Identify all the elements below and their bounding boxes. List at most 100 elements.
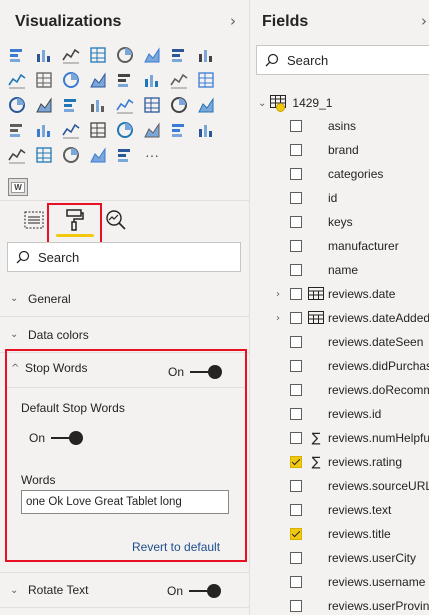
field-row[interactable]: categories (250, 162, 429, 186)
field-checkbox[interactable] (290, 528, 302, 540)
field-row[interactable]: manufacturer (250, 234, 429, 258)
analytics-tab-icon[interactable] (104, 208, 128, 232)
field-row[interactable]: reviews.didPurchase (250, 354, 429, 378)
field-row[interactable]: reviews.doRecommend (250, 378, 429, 402)
stacked-column-chart-icon[interactable] (34, 45, 54, 65)
field-checkbox[interactable] (290, 216, 302, 228)
field-checkbox[interactable] (290, 408, 302, 420)
filled-map-icon[interactable] (88, 95, 108, 115)
treemap-icon[interactable] (34, 95, 54, 115)
kpi-icon[interactable] (196, 95, 216, 115)
python-visual-icon[interactable] (115, 120, 135, 140)
field-checkbox[interactable] (290, 552, 302, 564)
donut-chart-icon[interactable] (7, 95, 27, 115)
field-checkbox[interactable] (290, 264, 302, 276)
stacked-bar-chart-icon[interactable] (7, 45, 27, 65)
100-bar-chart-icon[interactable] (115, 45, 135, 65)
field-checkbox[interactable] (290, 360, 302, 372)
chevron-right-icon[interactable]: › (276, 313, 280, 324)
stop-words-toggle[interactable]: On (168, 365, 223, 379)
field-row[interactable]: reviews.sourceURLs (250, 474, 429, 498)
field-checkbox[interactable] (290, 168, 302, 180)
fields-search-input[interactable]: Search (256, 45, 429, 75)
fields-tab-icon[interactable] (22, 208, 46, 232)
field-checkbox[interactable] (290, 312, 302, 324)
stacked-area-chart-icon[interactable] (7, 70, 27, 90)
format-paint-roller-icon[interactable] (62, 208, 86, 232)
rotate-text-toggle[interactable]: On (167, 584, 222, 598)
words-field[interactable]: one Ok Love Great Tablet long (21, 490, 229, 514)
field-checkbox[interactable] (290, 336, 302, 348)
collapse-visualizations-icon[interactable]: › (230, 12, 236, 30)
pie-chart-icon[interactable] (196, 70, 216, 90)
field-checkbox[interactable] (290, 384, 302, 396)
section-stop-words-header[interactable]: ^ Stop Words (11, 361, 87, 375)
paginated-report-icon[interactable] (34, 145, 54, 165)
field-row[interactable]: reviews.title (250, 522, 429, 546)
format-search-input[interactable]: Search (7, 242, 241, 272)
field-row[interactable]: reviews.text (250, 498, 429, 522)
section-general[interactable]: ⌄ General (0, 281, 250, 317)
field-row[interactable]: › reviews.date (250, 282, 429, 306)
chevron-down-icon: ⌄ (10, 584, 19, 596)
map-icon[interactable] (61, 95, 81, 115)
field-row[interactable]: id (250, 186, 429, 210)
field-checkbox[interactable] (290, 504, 302, 516)
field-row[interactable]: reviews.userCity (250, 546, 429, 570)
field-row[interactable]: › reviews.dateAdded (250, 306, 429, 330)
field-checkbox[interactable] (290, 576, 302, 588)
chevron-right-icon[interactable]: › (276, 289, 280, 300)
gauge-icon[interactable] (115, 95, 135, 115)
table-icon[interactable] (34, 120, 54, 140)
area-chart-icon[interactable] (196, 45, 216, 65)
r-visual-icon[interactable] (88, 120, 108, 140)
revert-to-default-link[interactable]: Revert to default (132, 540, 220, 554)
slicer-icon[interactable] (7, 120, 27, 140)
field-checkbox[interactable] (290, 600, 302, 612)
line-chart-icon[interactable] (169, 45, 189, 65)
field-row[interactable]: name (250, 258, 429, 282)
smart-narrative-icon[interactable] (7, 145, 27, 165)
field-row[interactable]: reviews.username (250, 570, 429, 594)
field-checkbox[interactable] (290, 144, 302, 156)
field-checkbox[interactable] (290, 288, 302, 300)
field-checkbox[interactable] (290, 192, 302, 204)
qa-icon[interactable] (196, 120, 216, 140)
custom-visual-w-icon[interactable]: W (8, 178, 28, 196)
field-checkbox[interactable] (290, 480, 302, 492)
multi-row-card-icon[interactable] (169, 95, 189, 115)
power-automate-icon[interactable] (115, 145, 135, 165)
field-row[interactable]: asins (250, 114, 429, 138)
line-column-chart-icon[interactable] (34, 70, 54, 90)
funnel-chart-icon[interactable] (142, 70, 162, 90)
power-apps-icon[interactable] (88, 145, 108, 165)
field-row[interactable]: ∑ reviews.numHelpful (250, 426, 429, 450)
field-row[interactable]: reviews.id (250, 402, 429, 426)
field-row[interactable]: reviews.dateSeen (250, 330, 429, 354)
field-row[interactable]: keys (250, 210, 429, 234)
100-column-chart-icon[interactable] (142, 45, 162, 65)
clustered-column-chart-icon[interactable] (88, 45, 108, 65)
field-checkbox[interactable] (290, 456, 302, 468)
field-row[interactable]: brand (250, 138, 429, 162)
table-node[interactable]: ⌄ 1429_1 (258, 95, 332, 112)
key-influencers-icon[interactable] (142, 120, 162, 140)
collapse-fields-icon[interactable]: › (421, 12, 427, 30)
field-checkbox[interactable] (290, 120, 302, 132)
card-icon[interactable] (142, 95, 162, 115)
line-clustered-column-chart-icon[interactable] (61, 70, 81, 90)
field-row[interactable]: reviews.userProvince (250, 594, 429, 615)
field-checkbox[interactable] (290, 240, 302, 252)
default-stop-words-toggle[interactable]: On (29, 431, 84, 445)
matrix-icon[interactable] (61, 120, 81, 140)
field-row[interactable]: ∑ reviews.rating (250, 450, 429, 474)
section-data-colors[interactable]: ⌄ Data colors (0, 317, 250, 353)
decomposition-tree-icon[interactable] (169, 120, 189, 140)
field-checkbox[interactable] (290, 432, 302, 444)
clustered-bar-chart-icon[interactable] (61, 45, 81, 65)
more-icon[interactable]: ··· (142, 145, 162, 165)
waterfall-chart-icon[interactable] (115, 70, 135, 90)
ribbon-chart-icon[interactable] (88, 70, 108, 90)
arcgis-icon[interactable] (61, 145, 81, 165)
scatter-chart-icon[interactable] (169, 70, 189, 90)
